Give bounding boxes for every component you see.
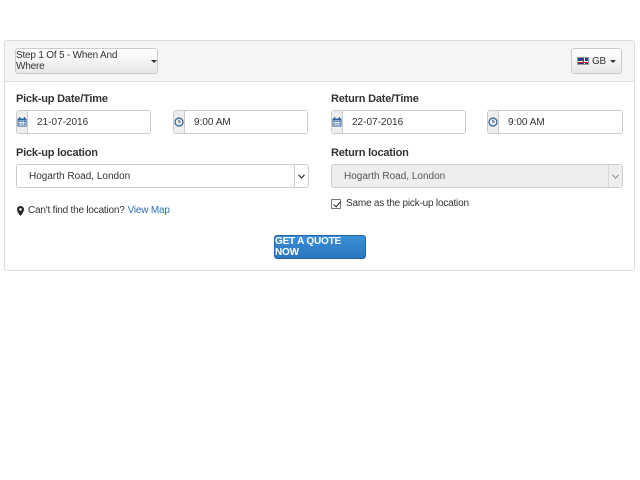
map-marker-icon: [17, 205, 24, 216]
pickup-location-value: Hogarth Road, London: [29, 170, 131, 182]
chevron-down-icon: [294, 165, 308, 187]
step-label: Step 1 Of 5 - When And Where: [16, 50, 118, 72]
panel-header: Step 1 Of 5 - When And Where GB: [5, 41, 634, 82]
chevron-down-icon: [608, 165, 622, 187]
return-time-input[interactable]: [499, 111, 622, 133]
view-map-link[interactable]: View Map: [128, 205, 170, 216]
uk-flag-icon: [576, 57, 589, 65]
clock-icon[interactable]: [488, 111, 499, 133]
language-label: GB: [591, 55, 607, 67]
booking-panel: Step 1 Of 5 - When And Where GB Pick-up …: [4, 40, 635, 271]
calendar-icon[interactable]: [332, 111, 343, 133]
pickup-time-input[interactable]: [185, 111, 307, 133]
return-location-value: Hogarth Road, London: [344, 170, 446, 182]
get-quote-button[interactable]: GET A QUOTE NOW: [274, 235, 366, 259]
same-as-pickup-row[interactable]: Same as the pick-up location: [331, 198, 469, 209]
clock-icon[interactable]: [174, 111, 185, 133]
pickup-date-group: [16, 110, 151, 134]
same-as-pickup-checkbox[interactable]: [331, 198, 341, 209]
caret-down-icon: [610, 59, 617, 63]
return-time-group: [487, 110, 623, 134]
pickup-location-select[interactable]: Hogarth Road, London: [16, 164, 309, 188]
return-datetime-label: Return Date/Time: [331, 93, 419, 105]
return-date-group: [331, 110, 466, 134]
caret-down-icon: [151, 59, 157, 63]
return-date-input[interactable]: [343, 111, 465, 133]
pickup-time-group: [173, 110, 308, 134]
same-as-pickup-label: Same as the pick-up location: [346, 198, 469, 209]
pickup-date-input[interactable]: [28, 111, 150, 133]
pickup-datetime-label: Pick-up Date/Time: [16, 93, 108, 105]
step-dropdown-button[interactable]: Step 1 Of 5 - When And Where: [15, 48, 158, 74]
language-dropdown-button[interactable]: GB: [571, 48, 622, 74]
return-location-select[interactable]: Hogarth Road, London: [331, 164, 623, 188]
calendar-icon[interactable]: [17, 111, 28, 133]
pickup-location-label: Pick-up location: [16, 147, 98, 159]
cant-find-text: Can't find the location?: [28, 205, 125, 216]
return-location-label: Return location: [331, 147, 409, 159]
cant-find-location-row: Can't find the location? View Map: [17, 205, 170, 216]
